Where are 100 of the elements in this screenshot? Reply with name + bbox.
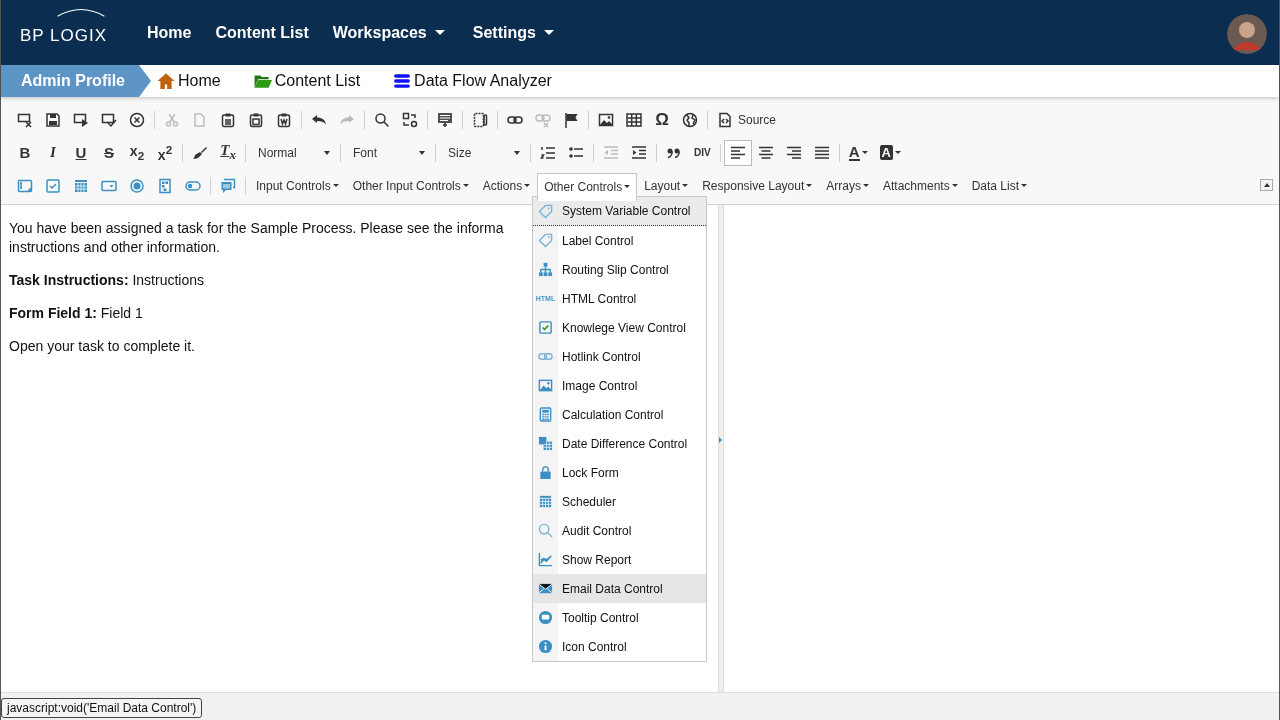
copy-icon	[192, 111, 208, 128]
strikethrough-button[interactable]: S	[95, 139, 123, 166]
indent-icon	[631, 144, 647, 161]
house-icon	[157, 72, 175, 90]
collapse-toolbar-button[interactable]	[1260, 179, 1273, 191]
chat-bubble-icon	[538, 610, 553, 625]
menu-item[interactable]: Lock Form	[533, 458, 706, 487]
menu-item[interactable]: Routing Slip Control	[533, 255, 706, 284]
paint-brush-icon	[192, 144, 208, 161]
align-center-icon	[757, 144, 774, 161]
text-color-button[interactable]: A	[842, 139, 874, 166]
calendar-icon	[538, 494, 553, 509]
nav-link[interactable]: Home	[147, 23, 192, 42]
tag-icon	[538, 203, 553, 219]
caret-icon	[419, 150, 425, 155]
checkbox-icon	[538, 320, 553, 335]
menu-item[interactable]: Hotlink Control	[533, 342, 706, 371]
checkbox-icon	[45, 177, 61, 194]
bulleted-list-icon	[568, 144, 584, 161]
toolbar-menu[interactable]: Attachments	[875, 172, 965, 199]
menu-item[interactable]: Icon Control	[533, 632, 706, 661]
text-line: Form Field 1: Field 1	[9, 304, 143, 323]
numbered-list-icon	[540, 144, 556, 161]
calculator-icon	[538, 407, 553, 422]
replace-icon	[402, 111, 418, 128]
breadcrumb-link[interactable]: Data Flow Analyzer	[393, 72, 552, 90]
caret-icon	[951, 184, 958, 187]
link-tooltip: javascript:void('Email Data Control')	[1, 698, 203, 718]
menu-item[interactable]: Label Control	[533, 226, 706, 255]
caret-icon	[462, 184, 469, 187]
menu-item[interactable]: System Variable Control	[533, 197, 706, 226]
special-character-button[interactable]: Ω	[648, 106, 676, 133]
search-icon	[374, 111, 390, 128]
image-icon	[598, 111, 614, 128]
align-left-button[interactable]	[723, 139, 752, 166]
envelope-icon	[538, 581, 553, 596]
image-icon	[538, 378, 553, 393]
line-chart-icon	[538, 552, 553, 567]
table-icon	[626, 111, 642, 128]
format-dropdown[interactable]: Size	[439, 139, 527, 166]
bold-button[interactable]: B	[11, 139, 39, 166]
superscript-button[interactable]: x$^{2}$	[151, 139, 179, 166]
text-line: Open your task to complete it.	[9, 337, 195, 356]
logo[interactable]: BP LOGIX	[20, 25, 108, 46]
toolbar-menu[interactable]: Other Controls	[537, 172, 638, 201]
text-box-icon	[17, 177, 33, 194]
caret-icon	[894, 151, 901, 154]
unlink-icon	[535, 111, 551, 128]
user-avatar[interactable]	[1227, 13, 1267, 54]
nav-link[interactable]: Workspaces	[332, 23, 445, 42]
italic-button[interactable]: I	[39, 139, 67, 166]
caret-icon	[1021, 184, 1027, 187]
caret-icon	[1263, 183, 1270, 187]
caret-icon	[543, 30, 554, 35]
toolbar-menu[interactable]: Arrays	[819, 172, 876, 199]
scissors-icon	[164, 111, 180, 128]
menu-item[interactable]: Tooltip Control	[533, 603, 706, 632]
calendar-icon	[73, 177, 89, 194]
caret-icon	[862, 184, 869, 187]
save-arrow-icon	[73, 111, 89, 128]
align-right-icon	[785, 144, 802, 161]
caret-icon	[682, 184, 689, 187]
cancel-icon	[129, 111, 145, 128]
remove-format-button[interactable]: T$_{x}$	[214, 139, 242, 166]
menu-item[interactable]: Scheduler	[533, 487, 706, 516]
toolbar-menu[interactable]: Other Input Controls	[345, 172, 476, 199]
comment-icon	[220, 177, 236, 194]
caret-icon	[524, 184, 531, 187]
menu-item[interactable]: Date Difference Control	[533, 429, 706, 458]
subscript-button[interactable]: x$_{2}$	[123, 139, 151, 166]
format-dropdown[interactable]: Normal	[249, 139, 337, 166]
caret-icon	[806, 184, 813, 187]
nav-link[interactable]: Content List	[215, 23, 309, 42]
breadcrumb-link[interactable]: Content List	[253, 72, 361, 90]
toolbar-menu[interactable]: Data List	[964, 172, 1034, 199]
caret-icon	[332, 184, 339, 187]
folder-icon	[253, 72, 272, 90]
text-line: You have been assigned a task for the Sample Process. Please see the informa	[9, 219, 504, 238]
tag-icon	[538, 233, 553, 248]
menu-item[interactable]: Show Report	[533, 545, 706, 574]
menu-item[interactable]: Image Control	[533, 371, 706, 400]
info-icon	[538, 639, 553, 654]
paste-text-icon	[248, 111, 264, 128]
source-button[interactable]: Source	[711, 106, 783, 133]
search-icon	[538, 523, 553, 538]
background-color-button[interactable]: A	[873, 139, 907, 166]
menu-item[interactable]: Email Data Control	[533, 574, 706, 603]
format-dropdown[interactable]: Font	[344, 139, 432, 166]
save-icon	[45, 111, 61, 128]
underline-button[interactable]: U	[67, 139, 95, 166]
database-icon	[393, 72, 412, 90]
breadcrumb-link[interactable]: Home	[157, 72, 221, 90]
caret-icon	[324, 150, 330, 155]
menu-item[interactable]: Audit Control	[533, 516, 706, 545]
menu-item[interactable]: Calculation Control	[533, 400, 706, 429]
outdent-icon	[603, 144, 619, 161]
menu-item[interactable]: Knowlege View Control	[533, 313, 706, 342]
div-button[interactable]: DIV	[688, 139, 717, 166]
nav-link[interactable]: Settings	[472, 23, 554, 42]
toolbar-menu[interactable]: Input Controls	[249, 172, 346, 199]
